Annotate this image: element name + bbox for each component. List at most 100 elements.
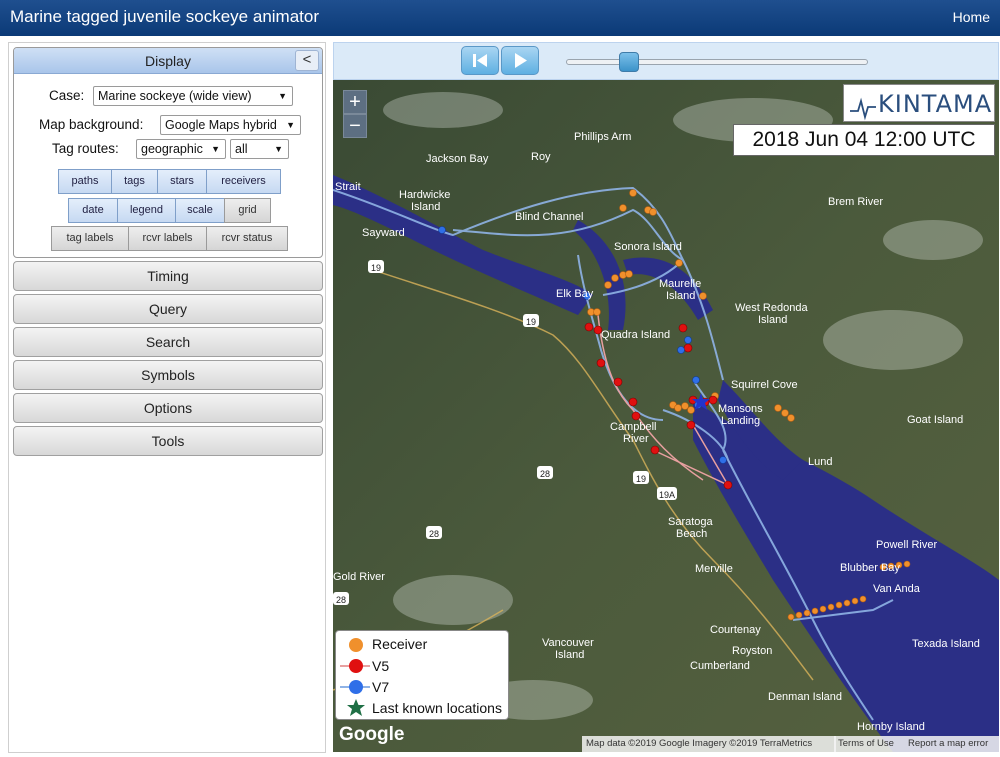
label-vancouver: Vancouver: [542, 637, 594, 649]
tag-routes-filter-value: all: [235, 142, 248, 156]
playback-bar: [333, 42, 999, 80]
play-icon: [515, 53, 527, 68]
v5-symbol: [349, 659, 363, 673]
section-search[interactable]: Search: [13, 327, 323, 357]
wave-icon: [850, 97, 876, 121]
report-map-error-link[interactable]: Report a map error: [904, 736, 999, 752]
rewind-button[interactable]: [461, 46, 499, 75]
section-symbols[interactable]: Symbols: [13, 360, 323, 390]
toggle-scale[interactable]: scale: [175, 198, 225, 223]
label-saratoga-beach: Beach: [676, 528, 707, 540]
label-hardwicke-island: Island: [411, 201, 440, 213]
display-header[interactable]: Display <: [14, 48, 322, 74]
map-view[interactable]: Phillips Arm Jackson Bay Roy Hardwicke I…: [333, 80, 999, 752]
date-display: 2018 Jun 04 12:00 UTC: [733, 124, 995, 156]
label-cumberland: Cumberland: [690, 660, 750, 672]
road-19-b: 19: [526, 317, 536, 327]
label-blind-channel: Blind Channel: [515, 211, 584, 223]
section-tools[interactable]: Tools: [13, 426, 323, 456]
receiver-symbol: [349, 638, 363, 652]
section-options[interactable]: Options: [13, 393, 323, 423]
tag-routes-select[interactable]: geographic ▼: [136, 139, 226, 159]
kintama-logo: KINTAMA: [843, 84, 995, 122]
label-sayward: Sayward: [362, 227, 405, 239]
toggle-grid[interactable]: grid: [224, 198, 271, 223]
section-query[interactable]: Query: [13, 294, 323, 324]
terms-of-use-link[interactable]: Terms of Use: [834, 736, 904, 752]
legend-v7: V7: [372, 679, 390, 695]
toggle-rcvr-labels[interactable]: rcvr labels: [128, 226, 207, 251]
road-28-c: 28: [336, 595, 346, 605]
label-roy: Roy: [531, 151, 551, 163]
road-19a: 19A: [659, 490, 675, 500]
skip-back-icon: [473, 54, 487, 67]
toggle-receivers[interactable]: receivers: [206, 169, 281, 194]
chevron-down-icon: ▼: [278, 91, 287, 101]
time-slider-thumb[interactable]: [619, 52, 640, 72]
tag-routes-filter-select[interactable]: all ▼: [230, 139, 289, 159]
map-background-select[interactable]: Google Maps hybrid ▼: [160, 115, 301, 135]
label-denman-island: Denman Island: [768, 691, 842, 703]
legend-v5: V5: [372, 658, 390, 674]
road-28-a: 28: [540, 469, 550, 479]
toggle-date[interactable]: date: [68, 198, 118, 223]
v7-symbol: [349, 680, 363, 694]
label-maurelle-island: Island: [666, 290, 695, 302]
google-logo: Google: [339, 724, 405, 745]
label-mansons: Mansons: [718, 403, 763, 415]
label-gold-river: Gold River: [333, 571, 385, 583]
label-phillips-arm: Phillips Arm: [574, 131, 631, 143]
map-background-value: Google Maps hybrid: [165, 118, 277, 132]
label-maurelle: Maurelle: [659, 278, 701, 290]
legend-receiver: Receiver: [372, 636, 428, 652]
case-select-value: Marine sockeye (wide view): [98, 89, 252, 103]
toggle-tag-labels[interactable]: tag labels: [51, 226, 129, 251]
star-icon: [347, 699, 365, 716]
label-strait: Strait: [335, 181, 361, 193]
map-attribution: Map data ©2019 Google Imagery ©2019 Terr…: [582, 736, 836, 752]
road-19-a: 19: [371, 263, 381, 273]
case-select[interactable]: Marine sockeye (wide view) ▼: [93, 86, 293, 106]
toggle-paths[interactable]: paths: [58, 169, 112, 194]
label-royston: Royston: [732, 645, 772, 657]
label-brem-river: Brem River: [828, 196, 883, 208]
play-button[interactable]: [501, 46, 539, 75]
case-label: Case:: [49, 88, 85, 103]
tag-routes-value: geographic: [141, 142, 203, 156]
toggle-tags[interactable]: tags: [111, 169, 158, 194]
road-28-b: 28: [429, 529, 439, 539]
label-campbell-river: River: [623, 433, 649, 445]
label-blubber-bay: Blubber Bay: [840, 562, 900, 574]
label-mansons-landing: Landing: [721, 415, 760, 427]
zoom-in-button[interactable]: +: [343, 90, 367, 114]
label-quadra-island: Quadra Island: [601, 329, 670, 341]
app-title: Marine tagged juvenile sockeye animator: [10, 7, 320, 26]
home-link[interactable]: Home: [953, 9, 990, 25]
map-background-label: Map background:: [39, 117, 144, 132]
legend-last-known: Last known locations: [372, 700, 502, 716]
label-elk-bay: Elk Bay: [556, 288, 594, 300]
time-slider[interactable]: [566, 59, 868, 65]
label-courtenay: Courtenay: [710, 624, 761, 636]
legend-symbols: [340, 638, 370, 716]
toggle-rcvr-status[interactable]: rcvr status: [206, 226, 288, 251]
label-powell-river: Powell River: [876, 539, 937, 551]
label-saratoga: Saratoga: [668, 516, 714, 528]
toggle-legend[interactable]: legend: [117, 198, 176, 223]
label-hardwicke: Hardwicke: [399, 189, 450, 201]
display-section: Display < Case: Marine sockeye (wide vie…: [13, 47, 323, 258]
road-19-c: 19: [636, 474, 646, 484]
label-van-anda: Van Anda: [873, 583, 921, 595]
label-goat-island: Goat Island: [907, 414, 963, 426]
label-lund: Lund: [808, 456, 832, 468]
legend: Receiver V5 V7 Last known locations: [335, 630, 509, 720]
label-jackson-bay: Jackson Bay: [426, 153, 489, 165]
zoom-out-button[interactable]: −: [343, 114, 367, 138]
chevron-down-icon: ▼: [274, 144, 283, 154]
label-texada-island: Texada Island: [912, 638, 980, 650]
app-header: Marine tagged juvenile sockeye animator …: [0, 0, 1000, 36]
toggle-stars[interactable]: stars: [157, 169, 207, 194]
collapse-panel-button[interactable]: <: [295, 50, 319, 71]
section-timing[interactable]: Timing: [13, 261, 323, 291]
label-sonora-island: Sonora Island: [614, 241, 682, 253]
